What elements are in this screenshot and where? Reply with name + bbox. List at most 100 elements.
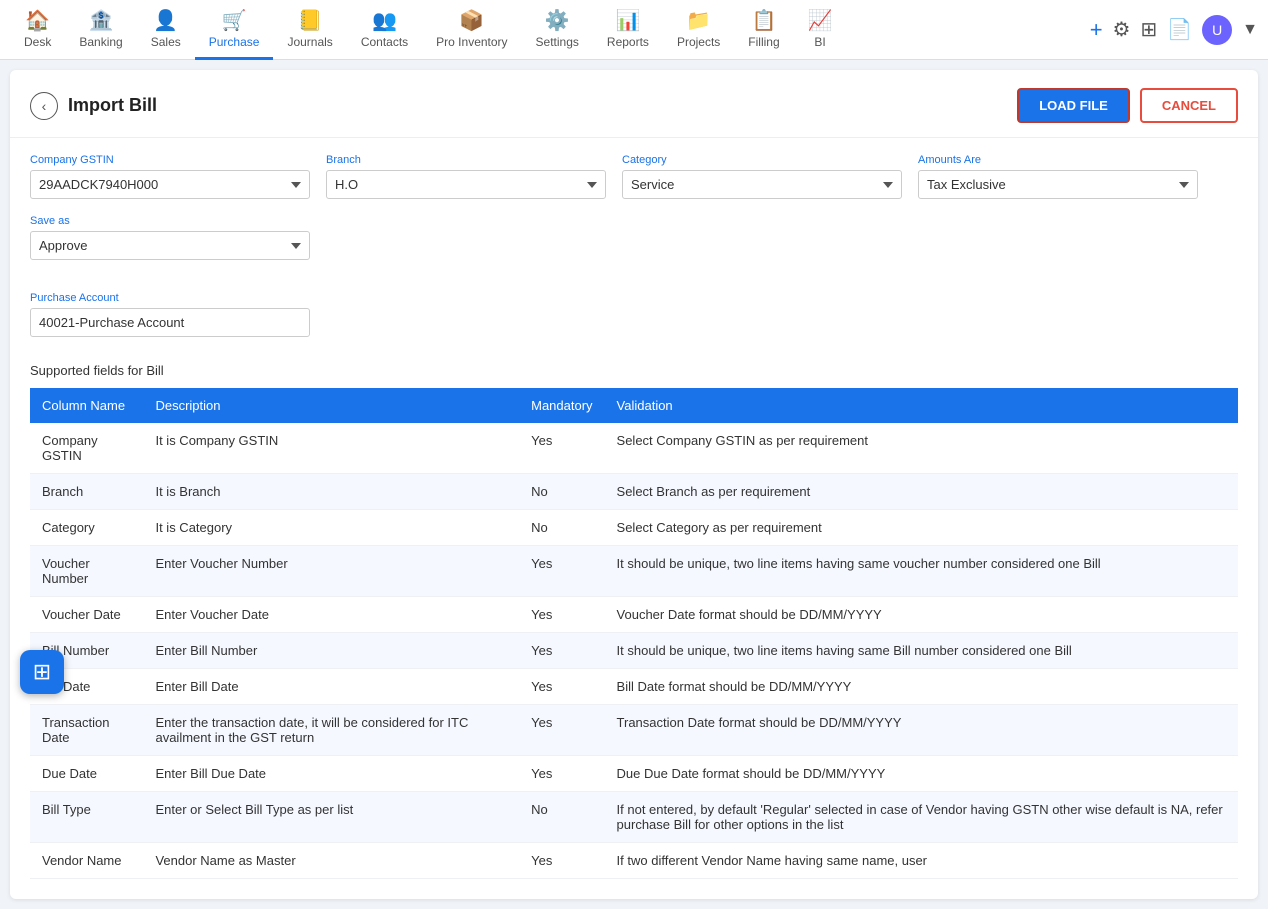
header-left: ‹ Import Bill (30, 92, 157, 120)
document-icon[interactable]: 📄 (1167, 17, 1192, 42)
table-row: Bill DateEnter Bill DateYesBill Date for… (30, 669, 1238, 705)
user-avatar[interactable]: U (1202, 15, 1232, 45)
cell-column-name: Bill Type (30, 792, 143, 843)
table-row: Bill NumberEnter Bill NumberYesIt should… (30, 633, 1238, 669)
page-title: Import Bill (68, 95, 157, 116)
projects-icon: 📁 (686, 8, 711, 33)
cell-description: Enter Bill Date (143, 669, 519, 705)
category-wrapper: Service (622, 170, 902, 199)
cancel-button[interactable]: CANCEL (1140, 88, 1238, 123)
nav-item-bi[interactable]: 📈 BI (794, 0, 847, 60)
nav-label-pro-inventory: Pro Inventory (436, 35, 507, 49)
cell-mandatory: Yes (519, 669, 604, 705)
cell-mandatory: Yes (519, 633, 604, 669)
company-gstin-group: Company GSTIN 29AADCK7940H000 (30, 154, 310, 199)
nav-item-contacts[interactable]: 👥 Contacts (347, 0, 422, 60)
desk-icon: 🏠 (25, 8, 50, 33)
grid-icon[interactable]: ⊞ (1140, 17, 1157, 42)
nav-item-settings[interactable]: ⚙️ Settings (522, 0, 593, 60)
nav-item-projects[interactable]: 📁 Projects (663, 0, 734, 60)
cell-mandatory: Yes (519, 756, 604, 792)
cell-column-name: Vendor Name (30, 843, 143, 879)
contacts-icon: 👥 (372, 8, 397, 33)
nav-items: 🏠 Desk 🏦 Banking 👤 Sales 🛒 Purchase 📒 Jo… (10, 0, 1090, 60)
amounts-are-group: Amounts Are Tax Exclusive (918, 154, 1198, 199)
table-section: Supported fields for Bill Column Name De… (10, 353, 1258, 899)
table-row: Due DateEnter Bill Due DateYesDue Due Da… (30, 756, 1238, 792)
col-header-validation: Validation (605, 388, 1238, 423)
table-row: Bill TypeEnter or Select Bill Type as pe… (30, 792, 1238, 843)
company-gstin-select[interactable]: 29AADCK7940H000 (30, 170, 310, 199)
save-as-select[interactable]: Approve (30, 231, 310, 260)
load-file-button[interactable]: LOAD FILE (1017, 88, 1130, 123)
page-header: ‹ Import Bill LOAD FILE CANCEL (10, 70, 1258, 138)
cell-validation: Voucher Date format should be DD/MM/YYYY (605, 597, 1238, 633)
amounts-are-select[interactable]: Tax Exclusive (918, 170, 1198, 199)
nav-label-contacts: Contacts (361, 35, 408, 49)
cell-validation: It should be unique, two line items havi… (605, 633, 1238, 669)
fab-button[interactable]: ⊞ (20, 650, 64, 694)
cell-validation: If two different Vendor Name having same… (605, 843, 1238, 879)
back-button[interactable]: ‹ (30, 92, 58, 120)
cell-validation: Select Branch as per requirement (605, 474, 1238, 510)
category-group: Category Service (622, 154, 902, 199)
purchase-account-input[interactable] (30, 308, 310, 337)
filling-icon: 📋 (752, 8, 777, 33)
import-form: Company GSTIN 29AADCK7940H000 Branch H.O… (10, 138, 1258, 353)
main-content: ‹ Import Bill LOAD FILE CANCEL Company G… (10, 70, 1258, 899)
fields-table: Column Name Description Mandatory Valida… (30, 388, 1238, 879)
nav-label-projects: Projects (677, 35, 720, 49)
cell-mandatory: Yes (519, 597, 604, 633)
cell-description: It is Category (143, 510, 519, 546)
cell-column-name: Branch (30, 474, 143, 510)
save-as-group: Save as Approve (30, 215, 310, 260)
nav-label-journals: Journals (287, 35, 332, 49)
nav-label-purchase: Purchase (209, 35, 260, 49)
gear-icon[interactable]: ⚙ (1113, 17, 1131, 42)
save-as-label: Save as (30, 215, 310, 227)
col-header-mandatory: Mandatory (519, 388, 604, 423)
branch-select[interactable]: H.O (326, 170, 606, 199)
cell-column-name: Voucher Number (30, 546, 143, 597)
table-body: Company GSTINIt is Company GSTINYesSelec… (30, 423, 1238, 879)
category-select[interactable]: Service (622, 170, 902, 199)
table-row: Company GSTINIt is Company GSTINYesSelec… (30, 423, 1238, 474)
cell-validation: Transaction Date format should be DD/MM/… (605, 705, 1238, 756)
section-title: Supported fields for Bill (30, 363, 1238, 378)
nav-label-filling: Filling (748, 35, 779, 49)
nav-label-reports: Reports (607, 35, 649, 49)
cell-description: Enter Bill Number (143, 633, 519, 669)
cell-validation: If not entered, by default 'Regular' sel… (605, 792, 1238, 843)
cell-column-name: Company GSTIN (30, 423, 143, 474)
nav-item-journals[interactable]: 📒 Journals (273, 0, 346, 60)
nav-item-banking[interactable]: 🏦 Banking (65, 0, 136, 60)
cell-validation: Due Due Date format should be DD/MM/YYYY (605, 756, 1238, 792)
banking-icon: 🏦 (89, 8, 114, 33)
cell-mandatory: No (519, 474, 604, 510)
fab-grid-icon: ⊞ (33, 659, 51, 685)
company-gstin-label: Company GSTIN (30, 154, 310, 166)
nav-item-desk[interactable]: 🏠 Desk (10, 0, 65, 60)
table-header-row: Column Name Description Mandatory Valida… (30, 388, 1238, 423)
nav-item-pro-inventory[interactable]: 📦 Pro Inventory (422, 0, 521, 60)
table-row: BranchIt is BranchNoSelect Branch as per… (30, 474, 1238, 510)
nav-label-desk: Desk (24, 35, 51, 49)
nav-item-reports[interactable]: 📊 Reports (593, 0, 663, 60)
cell-validation: Bill Date format should be DD/MM/YYYY (605, 669, 1238, 705)
purchase-account-group: Purchase Account (30, 292, 310, 337)
table-row: Transaction DateEnter the transaction da… (30, 705, 1238, 756)
add-button[interactable]: + (1090, 17, 1103, 43)
nav-label-bi: BI (814, 35, 825, 49)
chevron-down-icon[interactable]: ▼ (1242, 21, 1258, 39)
col-header-description: Description (143, 388, 519, 423)
pro-inventory-icon: 📦 (459, 8, 484, 33)
nav-item-sales[interactable]: 👤 Sales (137, 0, 195, 60)
settings-icon: ⚙️ (545, 8, 570, 33)
top-navigation: 🏠 Desk 🏦 Banking 👤 Sales 🛒 Purchase 📒 Jo… (0, 0, 1268, 60)
nav-item-purchase[interactable]: 🛒 Purchase (195, 0, 274, 60)
cell-description: Enter Voucher Date (143, 597, 519, 633)
cell-mandatory: Yes (519, 546, 604, 597)
save-as-wrapper: Approve (30, 231, 310, 260)
nav-item-filling[interactable]: 📋 Filling (734, 0, 793, 60)
cell-mandatory: Yes (519, 843, 604, 879)
